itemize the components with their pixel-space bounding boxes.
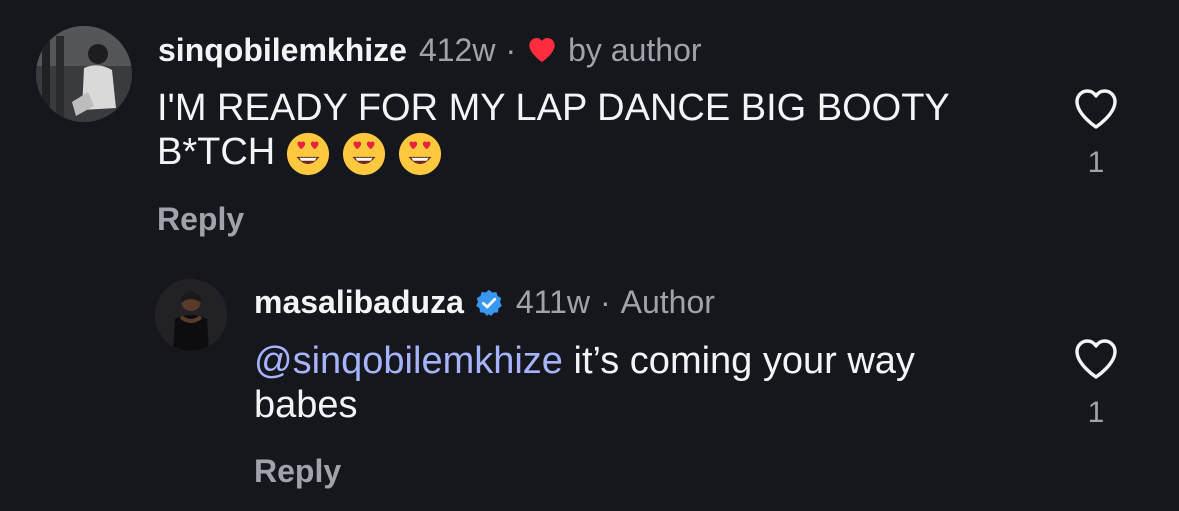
timestamp: 412w [418,32,496,68]
avatar-image [36,26,132,122]
like-control: 1 [1068,336,1124,430]
comment-meta: sinqobilemkhize 412w · by author [158,30,702,70]
heart-eyes-emoji [343,132,386,176]
liked-by-author-label: by author [568,32,702,68]
timestamp: 411w [515,284,590,320]
avatar[interactable] [36,26,132,122]
comment-text-rest: it’s coming your way [562,340,915,382]
verified-badge-icon [474,287,504,317]
heart-outline-icon[interactable] [1072,86,1120,132]
separator-dot: · [505,32,517,68]
emoji-row [285,131,443,177]
comment-text-line-2: B*TCH [157,130,950,177]
heart-outline-icon[interactable] [1072,336,1120,382]
comment-text: I'M READY FOR MY LAP DANCE BIG BOOTY B*T… [157,86,950,177]
like-count: 1 [1087,146,1105,179]
comment-text-word: B*TCH [157,131,276,173]
like-control: 1 [1068,86,1124,180]
comment-text-line-1: I'M READY FOR MY LAP DANCE BIG BOOTY [157,87,950,129]
mention-link[interactable]: @sinqobilemkhize [254,340,563,382]
avatar[interactable] [155,279,227,351]
username[interactable]: masalibaduza [254,282,464,322]
heart-eyes-emoji [287,132,330,176]
comment-text-line-2: babes [254,384,358,426]
comment-meta: masalibaduza 411w · Author [254,282,715,322]
reply-button[interactable]: Reply [157,201,244,238]
like-count: 1 [1087,396,1105,429]
comment-text-line-1: @sinqobilemkhize it’s coming your way [254,339,915,383]
separator-dot: · [599,284,611,320]
author-label: Author [620,284,715,320]
username[interactable]: sinqobilemkhize [158,30,407,70]
avatar-image [155,279,227,351]
heart-icon [526,34,558,66]
heart-eyes-emoji [399,132,442,176]
reply-button[interactable]: Reply [254,453,341,490]
comment-text: @sinqobilemkhize it’s coming your way ba… [254,339,915,427]
